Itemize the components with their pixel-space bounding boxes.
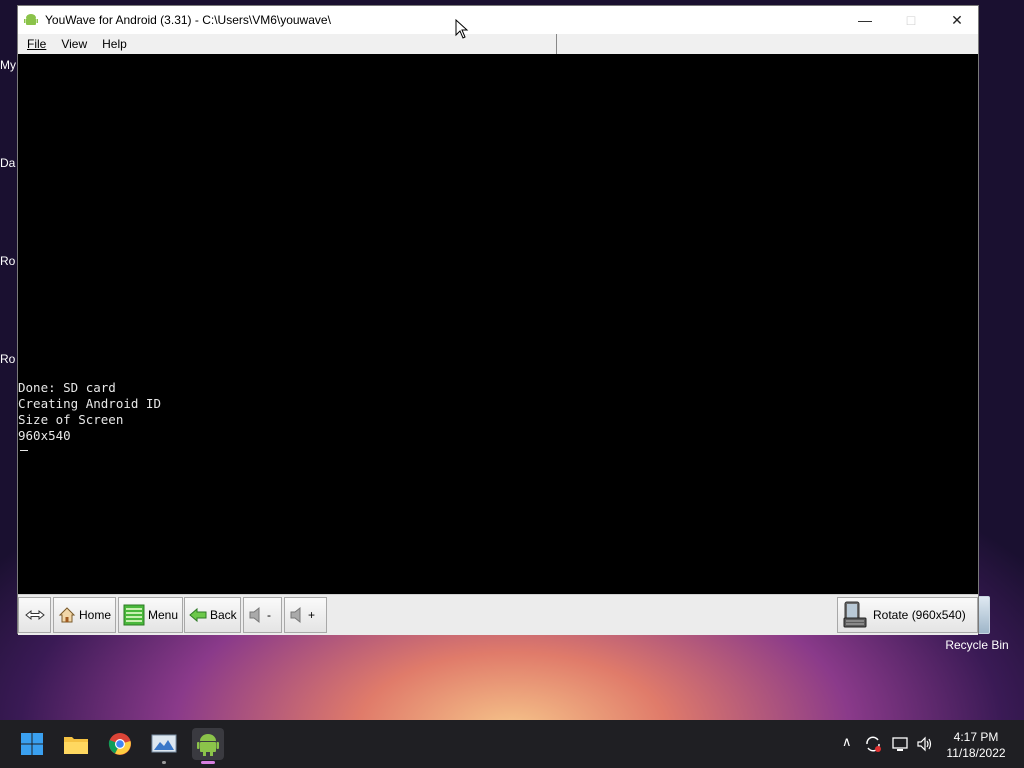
menu-view[interactable]: View	[61, 37, 87, 51]
menu-file[interactable]: File	[27, 37, 46, 51]
minimize-button[interactable]: —	[842, 6, 888, 34]
back-label: Back	[210, 608, 237, 622]
console-line: Done: SD card	[18, 380, 116, 395]
youwave-window: YouWave for Android (3.31) - C:\Users\VM…	[17, 5, 979, 635]
menu-label: Menu	[148, 608, 179, 622]
menu-help[interactable]: Help	[102, 37, 127, 51]
start-button[interactable]	[16, 728, 48, 760]
sync-icon[interactable]	[864, 735, 882, 753]
resize-arrows-icon	[25, 609, 45, 621]
resize-button[interactable]	[18, 597, 51, 633]
console-line: 960x540	[18, 428, 71, 443]
volume-icon[interactable]	[916, 735, 934, 753]
back-button[interactable]: Back	[184, 597, 241, 633]
file-explorer-button[interactable]	[60, 728, 92, 760]
rotate-label: Rotate (960x540)	[873, 608, 966, 622]
home-button[interactable]: Home	[53, 597, 116, 633]
home-icon	[58, 607, 76, 623]
taskbar: ∧ 4:17 PM 11/18/2022	[0, 720, 1024, 768]
android-icon	[23, 12, 39, 28]
console-line: Size of Screen	[18, 412, 124, 427]
android-screen[interactable]: Done: SD card Creating Android ID Size of …	[18, 54, 978, 594]
chrome-button[interactable]	[104, 728, 136, 760]
console-line: Creating Android ID	[18, 396, 161, 411]
recycle-bin-label: Recycle Bin	[945, 638, 1009, 652]
image-viewer-icon	[151, 734, 177, 753]
volume-up-button[interactable]: +	[284, 597, 327, 633]
console-cursor	[20, 450, 28, 451]
menu-icon	[123, 604, 145, 626]
windows-logo-icon	[21, 733, 43, 755]
mouse-pointer-icon	[455, 19, 469, 39]
window-title: YouWave for Android (3.31) - C:\Users\VM…	[45, 13, 331, 27]
title-bar[interactable]: YouWave for Android (3.31) - C:\Users\VM…	[18, 6, 978, 34]
menu-button[interactable]: Menu	[118, 597, 183, 633]
rotate-device-icon	[843, 601, 867, 628]
chrome-icon	[108, 733, 131, 755]
system-clock[interactable]: 4:17 PM 11/18/2022	[938, 729, 1014, 761]
network-icon[interactable]	[891, 735, 909, 753]
volume-up-label: +	[308, 608, 316, 622]
close-button[interactable]: ✕	[934, 6, 980, 34]
maximize-button[interactable]: □	[888, 6, 934, 34]
folder-icon	[64, 737, 88, 754]
home-label: Home	[79, 608, 112, 622]
bottom-toolbar: Home Menu Back - + Rotate (960x540)	[18, 594, 978, 635]
volume-down-label: -	[267, 608, 271, 622]
clock-time: 4:17 PM	[953, 730, 999, 744]
android-icon	[197, 734, 219, 756]
console-output: Done: SD card Creating Android ID Size of …	[18, 380, 161, 444]
menu-bar: File View Help	[18, 34, 557, 55]
volume-down-button[interactable]: -	[243, 597, 282, 633]
back-arrow-icon	[189, 607, 207, 623]
rotate-button[interactable]: Rotate (960x540)	[837, 597, 978, 633]
youwave-taskbar-button[interactable]	[192, 728, 224, 764]
speaker-icon	[249, 606, 260, 624]
speaker-icon	[290, 606, 301, 624]
clock-date: 11/18/2022	[946, 746, 1006, 760]
show-hidden-icons-chevron-icon[interactable]: ∧	[842, 734, 852, 750]
image-viewer-button[interactable]	[148, 728, 180, 764]
